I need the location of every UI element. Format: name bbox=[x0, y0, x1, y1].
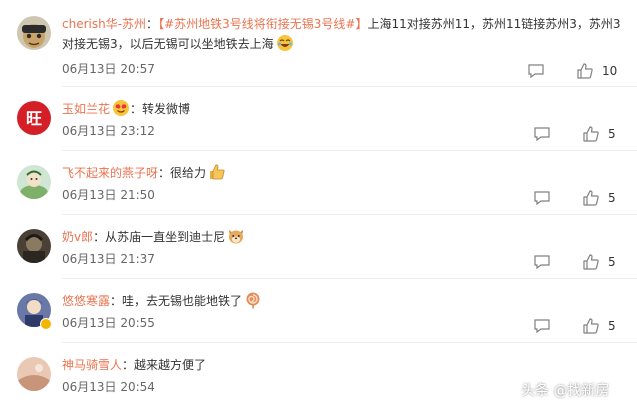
like-button[interactable]: 5 bbox=[583, 125, 616, 143]
thumbs-up-icon bbox=[583, 126, 599, 142]
avatar[interactable] bbox=[17, 16, 51, 50]
like-button[interactable]: 5 bbox=[583, 317, 616, 335]
like-button[interactable]: 5 bbox=[583, 253, 616, 271]
divider bbox=[62, 86, 637, 87]
avatar[interactable]: 旺 bbox=[17, 101, 51, 135]
thumbs-up-icon bbox=[577, 63, 593, 79]
dog-face-emoji-icon bbox=[227, 227, 245, 245]
comment-text-continued: 对接无锡3，以后无锡可以坐地铁去上海 bbox=[62, 37, 274, 51]
like-count: 10 bbox=[602, 64, 618, 78]
comment-username[interactable]: 神马骑雪人 bbox=[62, 358, 122, 372]
verified-badge bbox=[40, 318, 52, 330]
divider bbox=[62, 150, 637, 151]
like-button[interactable]: 10 bbox=[577, 62, 617, 80]
reply-icon[interactable] bbox=[534, 319, 550, 333]
divider bbox=[62, 342, 637, 343]
comment-text-line-1: cherish华-苏州：【#苏州地铁3号线将衔接无锡3号线#】上海11对接苏州1… bbox=[62, 14, 621, 34]
thumbs-up-icon bbox=[583, 318, 599, 334]
comment-time: 06月13日 21:50 bbox=[62, 188, 155, 202]
comment-text-line: 玉如兰花 ：转发微博 bbox=[62, 99, 190, 119]
comment-text-line-2: 对接无锡3，以后无锡可以坐地铁去上海 bbox=[62, 34, 294, 54]
comment-text: 从苏庙一直坐到迪士尼 bbox=[105, 230, 226, 244]
reply-icon[interactable] bbox=[534, 191, 550, 205]
comment-text: 越来越方便了 bbox=[134, 358, 207, 372]
comment-text: 哇，去无锡也能地铁了 bbox=[122, 294, 243, 308]
like-count: 5 bbox=[608, 255, 616, 269]
divider bbox=[62, 214, 637, 215]
comment-text-line: 悠悠寒露：哇，去无锡也能地铁了 bbox=[62, 291, 262, 311]
separator: ： bbox=[146, 17, 159, 31]
avatar[interactable] bbox=[17, 165, 51, 199]
avatar[interactable] bbox=[17, 229, 51, 263]
reply-icon[interactable] bbox=[528, 64, 544, 78]
comment-time: 06月13日 20:54 bbox=[62, 380, 155, 394]
comment-username[interactable]: 飞不起来的燕子呀 bbox=[62, 166, 158, 180]
comment-time: 06月13日 20:57 bbox=[62, 62, 155, 76]
heart-eyes-emoji-icon bbox=[112, 99, 130, 117]
separator: ： bbox=[158, 166, 171, 180]
comment-username[interactable]: cherish华-苏州 bbox=[62, 17, 146, 31]
separator: ： bbox=[130, 102, 143, 116]
lollipop-emoji-icon bbox=[244, 291, 262, 309]
like-count: 5 bbox=[608, 127, 616, 141]
comment-text: 转发微博 bbox=[142, 102, 191, 116]
comment-text-line: 奶v郎：从苏庙一直坐到迪士尼 bbox=[62, 227, 245, 247]
comment-time: 06月13日 23:12 bbox=[62, 124, 155, 138]
topic-link[interactable]: 【#苏州地铁3号线将衔接无锡3号线#】 bbox=[158, 17, 367, 31]
thumbs-up-icon bbox=[583, 190, 599, 206]
like-count: 5 bbox=[608, 319, 616, 333]
comment-username[interactable]: 悠悠寒露 bbox=[62, 294, 110, 308]
like-count: 5 bbox=[608, 191, 616, 205]
thumbs-up-emoji-icon bbox=[208, 163, 226, 181]
comment-username[interactable]: 玉如兰花 bbox=[62, 102, 110, 116]
avatar[interactable] bbox=[17, 357, 51, 391]
svg-text:旺: 旺 bbox=[26, 109, 42, 128]
separator: ： bbox=[122, 358, 135, 372]
reply-icon[interactable] bbox=[534, 127, 550, 141]
comment-text-line: 飞不起来的燕子呀：很给力 bbox=[62, 163, 226, 183]
thumbs-up-icon bbox=[583, 254, 599, 270]
like-button[interactable]: 5 bbox=[583, 189, 616, 207]
comment-username[interactable]: 奶v郎 bbox=[62, 230, 93, 244]
comment-text-line: 神马骑雪人：越来越方便了 bbox=[62, 355, 206, 375]
separator: ： bbox=[93, 230, 106, 244]
separator: ： bbox=[110, 294, 123, 308]
comment-text: 上海11对接苏州11，苏州11链接苏州3，苏州3 bbox=[367, 17, 621, 31]
comment-text: 很给力 bbox=[170, 166, 207, 180]
comment-time: 06月13日 20:55 bbox=[62, 316, 155, 330]
laughing-emoji-icon bbox=[276, 34, 294, 52]
reply-icon[interactable] bbox=[534, 255, 550, 269]
watermark: 头条 @找新房 bbox=[521, 383, 610, 399]
divider bbox=[62, 278, 637, 279]
comment-time: 06月13日 21:37 bbox=[62, 252, 155, 266]
